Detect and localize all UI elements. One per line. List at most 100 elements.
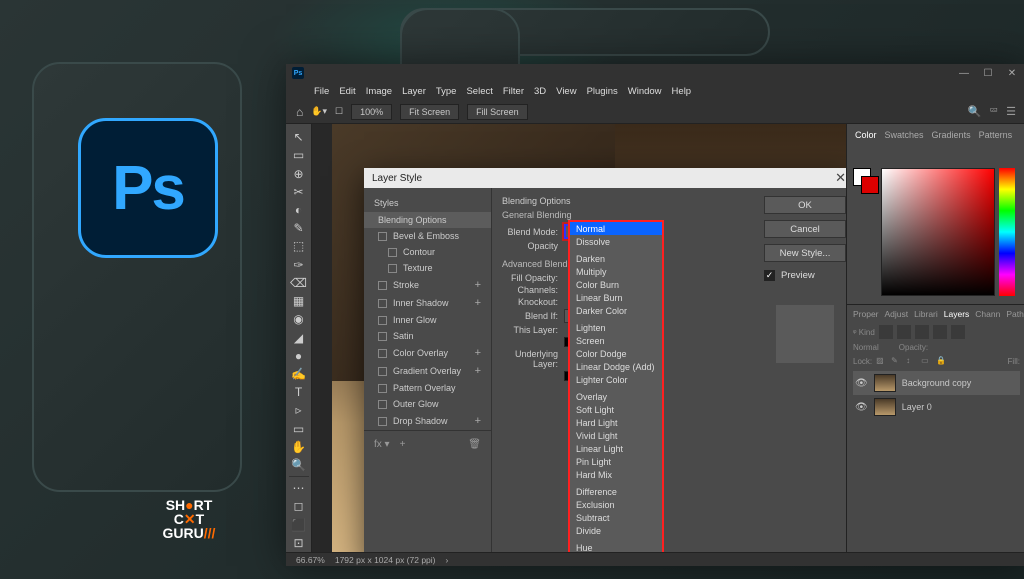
home-icon[interactable]: ⌂ <box>296 105 303 119</box>
filter-shape-icon[interactable] <box>933 325 947 339</box>
ok-button[interactable]: OK <box>764 196 846 214</box>
filter-pixel-icon[interactable] <box>879 325 893 339</box>
style-row-texture[interactable]: Texture <box>364 260 491 276</box>
add-effect-icon[interactable]: + <box>475 415 481 427</box>
blend-option-lighter-color[interactable]: Lighter Color <box>570 373 662 386</box>
layer-row[interactable]: 👁 Layer 0 <box>853 395 1020 419</box>
tool-quickmask[interactable]: ⊡ <box>288 534 310 552</box>
layer-thumb[interactable] <box>874 374 896 392</box>
blend-option-overlay[interactable]: Overlay <box>570 390 662 403</box>
tool-blur[interactable]: ● <box>288 347 310 365</box>
visibility-icon[interactable]: 👁 <box>855 402 868 413</box>
status-chevron-icon[interactable]: › <box>446 555 449 565</box>
blend-option-hard-light[interactable]: Hard Light <box>570 416 662 429</box>
style-row-bevel-emboss[interactable]: Bevel & Emboss <box>364 228 491 244</box>
tool-type[interactable]: T <box>288 383 310 401</box>
layer-kind-select[interactable]: ᵠ Kind <box>853 328 875 337</box>
filter-adjust-icon[interactable] <box>897 325 911 339</box>
dialog-titlebar[interactable]: Layer Style ✕ <box>364 168 846 188</box>
fill-screen-button[interactable]: Fill Screen <box>467 104 528 120</box>
style-checkbox[interactable] <box>388 264 397 273</box>
layer-name[interactable]: Layer 0 <box>902 402 932 412</box>
blend-option-linear-light[interactable]: Linear Light <box>570 442 662 455</box>
style-row-blending-options[interactable]: Blending Options <box>364 212 491 228</box>
style-row-drop-shadow[interactable]: Drop Shadow+ <box>364 412 491 430</box>
minimize-button[interactable]: — <box>954 68 974 79</box>
search-icon[interactable]: 🔍 <box>968 105 982 118</box>
zoom-input[interactable]: 100% <box>351 104 392 120</box>
tool-gradient[interactable]: ◢ <box>288 328 310 346</box>
style-row-color-overlay[interactable]: Color Overlay+ <box>364 344 491 362</box>
menu-select[interactable]: Select <box>466 86 492 97</box>
blend-option-linear-dodge-add-[interactable]: Linear Dodge (Add) <box>570 360 662 373</box>
style-checkbox[interactable] <box>378 349 387 358</box>
filter-smart-icon[interactable] <box>951 325 965 339</box>
color-field[interactable] <box>881 168 995 296</box>
blend-option-screen[interactable]: Screen <box>570 334 662 347</box>
tab-paths[interactable]: Paths <box>1006 309 1024 319</box>
color-picker[interactable] <box>847 144 1024 304</box>
add-effect-icon[interactable]: + <box>475 347 481 359</box>
blend-option-exclusion[interactable]: Exclusion <box>570 498 662 511</box>
tab-gradients[interactable]: Gradients <box>932 130 971 140</box>
tab-adjustments[interactable]: Adjust <box>885 309 909 319</box>
maximize-button[interactable]: ☐ <box>978 68 998 79</box>
menu-filter[interactable]: Filter <box>503 86 524 97</box>
menu-layer[interactable]: Layer <box>402 86 426 97</box>
tool-move[interactable]: ↖ <box>288 128 310 146</box>
layer-blend-select[interactable]: Normal <box>853 343 879 352</box>
blend-option-color-dodge[interactable]: Color Dodge <box>570 347 662 360</box>
tool-foreground[interactable]: ◻ <box>288 497 310 515</box>
zoom-status[interactable]: 66.67% <box>296 555 325 565</box>
menu-edit[interactable]: Edit <box>339 86 355 97</box>
tool-eyedropper[interactable]: ✎ <box>288 219 310 237</box>
tab-properties[interactable]: Proper <box>853 309 879 319</box>
tab-color[interactable]: Color <box>855 130 877 140</box>
style-checkbox[interactable] <box>378 299 387 308</box>
blend-option-lighten[interactable]: Lighten <box>570 321 662 334</box>
fx-icon[interactable]: fx ▾ <box>374 439 390 450</box>
background-swatch[interactable] <box>861 176 879 194</box>
tool-eraser[interactable]: ◉ <box>288 310 310 328</box>
close-button[interactable]: ✕ <box>1002 68 1022 79</box>
style-checkbox[interactable] <box>378 384 387 393</box>
fit-screen-button[interactable]: Fit Screen <box>400 104 459 120</box>
tool-brush[interactable]: ✑ <box>288 256 310 274</box>
canvas-area[interactable]: Blending M... Layer Style ✕ Styles Blend… <box>312 124 846 552</box>
menu-type[interactable]: Type <box>436 86 457 97</box>
tool-path[interactable]: ▹ <box>288 401 310 419</box>
menu-view[interactable]: View <box>556 86 576 97</box>
blend-option-soft-light[interactable]: Soft Light <box>570 403 662 416</box>
tab-swatches[interactable]: Swatches <box>885 130 924 140</box>
style-checkbox[interactable] <box>378 332 387 341</box>
fx-add-icon[interactable]: + <box>400 439 406 450</box>
blend-option-linear-burn[interactable]: Linear Burn <box>570 291 662 304</box>
add-effect-icon[interactable]: + <box>475 279 481 291</box>
tab-layers[interactable]: Layers <box>944 309 970 319</box>
filter-type-icon[interactable] <box>915 325 929 339</box>
style-checkbox[interactable] <box>378 232 387 241</box>
blend-option-hue[interactable]: Hue <box>570 541 662 552</box>
add-effect-icon[interactable]: + <box>475 297 481 309</box>
dialog-close-icon[interactable]: ✕ <box>835 170 846 186</box>
style-checkbox[interactable] <box>378 417 387 426</box>
blend-option-normal[interactable]: Normal <box>570 222 662 235</box>
style-row-contour[interactable]: Contour <box>364 244 491 260</box>
scroll-windows-icon[interactable]: ☐ <box>335 106 343 117</box>
tool-background[interactable]: ⬛ <box>288 516 310 534</box>
blend-option-pin-light[interactable]: Pin Light <box>570 455 662 468</box>
lock-artboard-icon[interactable]: ▭ <box>921 356 932 367</box>
preview-checkbox[interactable]: ✓ <box>764 270 775 281</box>
blend-option-hard-mix[interactable]: Hard Mix <box>570 468 662 481</box>
tool-heal[interactable]: ⬚ <box>288 237 310 255</box>
tool-shape[interactable]: ▭ <box>288 420 310 438</box>
menu-file[interactable]: File <box>314 86 329 97</box>
style-row-satin[interactable]: Satin <box>364 328 491 344</box>
menu-help[interactable]: Help <box>672 86 692 97</box>
blend-option-color-burn[interactable]: Color Burn <box>570 278 662 291</box>
style-row-inner-shadow[interactable]: Inner Shadow+ <box>364 294 491 312</box>
blend-option-multiply[interactable]: Multiply <box>570 265 662 278</box>
style-row-pattern-overlay[interactable]: Pattern Overlay <box>364 380 491 396</box>
hand-tool-icon[interactable]: ✋▾ <box>311 106 327 117</box>
style-checkbox[interactable] <box>378 367 387 376</box>
